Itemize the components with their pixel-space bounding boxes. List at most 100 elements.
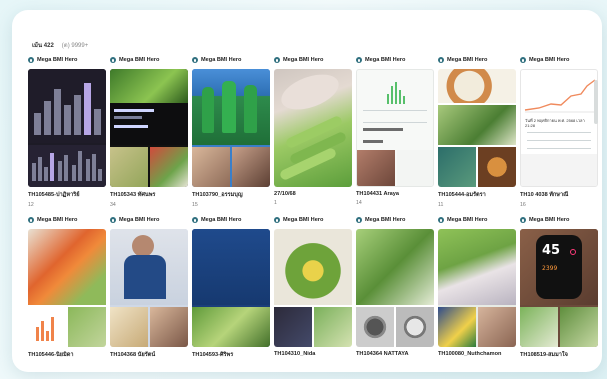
post-card[interactable]: Mega BMI Hero TH105444-อมรัตรา 11 (438, 54, 516, 208)
post-card[interactable]: Mega BMI Hero TH104593-ศิริพร (192, 214, 270, 359)
chart-screenshot (28, 69, 106, 143)
brand-logo-icon (192, 217, 198, 223)
vegetable-photo (356, 229, 434, 305)
post-image[interactable] (356, 69, 434, 187)
brand-name: Mega BMI Hero (119, 217, 160, 223)
brand-name: Mega BMI Hero (447, 217, 488, 223)
date-text: วันที่ 2 พฤศจิกายน พ.ศ. 2568 เวลา 21:28 (525, 118, 585, 128)
salad-photo (560, 307, 598, 347)
post-card[interactable]: Mega BMI Hero TH104364 NATTAYA (356, 214, 434, 357)
feed-header: เม้น 422 (ต) 9999+ (32, 38, 88, 52)
card-header: Mega BMI Hero (28, 214, 106, 226)
salad-photo (274, 229, 352, 305)
brand-name: Mega BMI Hero (365, 217, 406, 223)
food-photo (110, 69, 188, 103)
brand-name: Mega BMI Hero (365, 57, 406, 63)
vegetable-photo (68, 307, 106, 347)
post-image[interactable] (274, 229, 352, 347)
selfie-photo (150, 307, 188, 347)
card-header: Mega BMI Hero (110, 54, 188, 66)
post-caption: TH103790_อรรมบุญ (192, 192, 243, 198)
chart-thumb (28, 307, 66, 347)
card-header: Mega BMI Hero (274, 54, 352, 66)
chart-screenshot-2 (28, 145, 106, 187)
post-subcount: (ต) 9999+ (61, 43, 89, 49)
card-header: Mega BMI Hero (438, 214, 516, 226)
brand-name: Mega BMI Hero (283, 217, 324, 223)
post-caption: TH10 4038 ทักษาณี (520, 192, 569, 198)
post-card[interactable]: Mega BMI Hero TH100080_Nuthchamon (438, 214, 516, 357)
post-count-label: 16 (520, 202, 526, 208)
card-header: Mega BMI Hero (28, 54, 106, 66)
exercise-photo (438, 147, 476, 187)
brand-logo-icon (274, 57, 280, 63)
post-count-label: 34 (110, 202, 116, 208)
brand-logo-icon (438, 217, 444, 223)
post-image[interactable]: วันที่ 2 พฤศจิกายน พ.ศ. 2568 เวลา 21:28 (520, 69, 598, 187)
brand-name: Mega BMI Hero (201, 217, 242, 223)
brand-logo-icon (110, 57, 116, 63)
post-caption: TH100080_Nuthchamon (438, 351, 502, 357)
watch-photo-2 (396, 307, 434, 347)
lunchbox-photo (438, 307, 476, 347)
post-caption: TH105343 ทัศนพร (110, 192, 156, 198)
scrollbar[interactable] (594, 80, 598, 124)
post-caption: TH105446-นิยมิดา (28, 352, 74, 358)
brand-name: Mega BMI Hero (201, 57, 242, 63)
post-image[interactable]: 45 2399 (520, 229, 598, 347)
brand-logo-icon (438, 57, 444, 63)
post-caption: 27/10/68 (274, 191, 296, 197)
post-image[interactable] (356, 229, 434, 347)
brand-logo-icon (520, 217, 526, 223)
post-image[interactable] (110, 69, 188, 187)
brand-logo-icon (28, 57, 34, 63)
card-header: Mega BMI Hero (192, 54, 270, 66)
post-image[interactable] (438, 229, 516, 347)
brand-name: Mega BMI Hero (119, 57, 160, 63)
post-card[interactable]: Mega BMI Hero TH104431 Araya 14 (356, 54, 434, 206)
watch-steps: 2399 (542, 265, 558, 272)
watch-time: 45 (542, 243, 561, 258)
brand-logo-icon (356, 217, 362, 223)
post-image[interactable] (438, 69, 516, 187)
post-image[interactable] (110, 229, 188, 347)
brand-logo-icon (28, 217, 34, 223)
post-image[interactable] (28, 229, 106, 347)
smartwatch-photo: 45 2399 (520, 229, 598, 305)
meal-photo (110, 147, 148, 187)
app-screenshot (110, 103, 188, 145)
brand-logo-icon (192, 57, 198, 63)
post-card[interactable]: Mega BMI Hero TH104368 นัยรัตน์ (110, 214, 188, 359)
card-header: Mega BMI Hero (356, 54, 434, 66)
post-count: เม้น 422 (32, 43, 54, 49)
post-card[interactable]: Mega BMI Hero วันที่ 2 พฤศจิกายน พ.ศ. 25… (520, 54, 598, 208)
brand-logo-icon (110, 217, 116, 223)
card-header: Mega BMI Hero (438, 54, 516, 66)
post-card[interactable]: Mega BMI Hero TH104310_Nida (274, 214, 352, 357)
post-card[interactable]: Mega BMI Hero TH105446-นิยมิดา (28, 214, 106, 359)
post-card[interactable]: Mega BMI Hero 45 2399 TH108519-สมมาใจ (520, 214, 598, 359)
vegetable-photo (314, 307, 352, 347)
card-header: Mega BMI Hero (110, 214, 188, 226)
post-image[interactable] (28, 69, 106, 187)
phone-screenshot (274, 307, 312, 347)
post-image[interactable] (192, 69, 270, 187)
meal-photo (478, 147, 516, 187)
post-caption: TH104310_Nida (274, 351, 316, 357)
post-card[interactable]: Mega BMI Hero TH103790_อรรมบุญ 15 (192, 54, 270, 208)
post-image[interactable] (192, 229, 270, 347)
photo-grid: Mega BMI Hero TH105485-ปาฏิหาริย์ 12 Meg… (28, 54, 602, 372)
post-count-label: 11 (438, 202, 444, 208)
food-photo (357, 150, 395, 186)
brand-name: Mega BMI Hero (37, 57, 78, 63)
post-caption: TH105485-ปาฏิหาริย์ (28, 192, 80, 198)
post-card[interactable]: Mega BMI Hero TH105343 ทัศนพร 34 (110, 54, 188, 208)
post-card[interactable]: Mega BMI Hero 27/10/68 1 (274, 54, 352, 206)
brand-logo-icon (356, 57, 362, 63)
brand-name: Mega BMI Hero (529, 57, 570, 63)
card-header: Mega BMI Hero (274, 214, 352, 226)
post-image[interactable] (274, 69, 352, 187)
trend-line-chart (524, 79, 596, 113)
post-card[interactable]: Mega BMI Hero TH105485-ปาฏิหาริย์ 12 (28, 54, 106, 208)
brand-name: Mega BMI Hero (283, 57, 324, 63)
